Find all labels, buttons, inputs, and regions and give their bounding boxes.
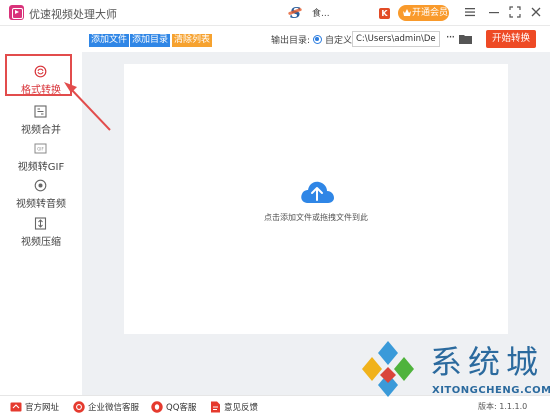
sidebar-item-label: 视频转GIF <box>17 162 65 173</box>
svg-text:GIF: GIF <box>37 147 44 152</box>
footer-label: 意见反馈 <box>224 403 259 413</box>
footer-label: 官方网址 <box>25 403 60 413</box>
user-badge: K <box>379 8 390 19</box>
user-avatar-icon: S <box>290 4 301 22</box>
vip-button[interactable]: 开通会员 <box>398 5 449 21</box>
watermark-subtitle: XITONGCHENG.COM <box>432 385 550 396</box>
crown-icon <box>403 9 411 16</box>
maximize-icon[interactable] <box>507 4 523 20</box>
watermark: 系统城 XITONGCHENG.COM <box>356 339 550 409</box>
close-icon[interactable] <box>528 4 544 20</box>
start-convert-button[interactable]: 开始转换 <box>486 30 536 48</box>
sidebar-item-video-gif[interactable]: GIF 视频转GIF <box>0 138 82 176</box>
app-logo-icon <box>9 5 24 20</box>
sidebar-item-video-compress[interactable]: 视频压缩 <box>0 213 82 251</box>
footer-label: 企业微信客服 <box>88 403 140 413</box>
gif-icon: GIF <box>34 143 47 154</box>
sidebar: 格式转换 视频合并 GIF 视频转GIF 视频转音频 视频压缩 <box>0 55 82 395</box>
home-icon <box>10 402 22 412</box>
sidebar-item-video-merge[interactable]: 视频合并 <box>0 101 82 139</box>
sidebar-item-label: 视频转音频 <box>16 199 66 210</box>
menu-icon[interactable] <box>462 4 478 20</box>
drop-zone[interactable]: 点击添加文件或拖拽文件到此 <box>124 64 508 334</box>
user-name: 食... <box>312 9 330 19</box>
app-title: 优速视频处理大师 <box>29 8 117 21</box>
clear-list-button[interactable]: 清除列表 <box>172 34 212 47</box>
custom-radio-label[interactable]: 自定义 <box>325 33 352 46</box>
sidebar-item-video-audio[interactable]: 视频转音频 <box>0 175 82 213</box>
video-merge-icon <box>34 105 47 118</box>
folder-icon[interactable] <box>459 34 472 44</box>
drop-hint-text: 点击添加文件或拖拽文件到此 <box>264 213 368 222</box>
minimize-icon[interactable] <box>486 4 502 20</box>
feedback-icon <box>211 401 220 413</box>
footer-label: QQ客服 <box>166 403 197 413</box>
output-path-input[interactable] <box>352 31 440 47</box>
custom-radio[interactable] <box>313 35 322 44</box>
audio-icon <box>34 179 47 192</box>
browse-more-button[interactable]: ··· <box>444 31 456 47</box>
output-dir-label: 输出目录: <box>271 36 311 46</box>
highlight-box <box>5 54 72 96</box>
upload-cloud-icon <box>301 181 334 203</box>
compress-icon <box>34 217 47 230</box>
add-folder-button[interactable]: 添加目录 <box>130 34 170 47</box>
watermark-logo-icon <box>362 341 414 397</box>
sidebar-item-label: 视频压缩 <box>21 237 61 248</box>
vip-label: 开通会员 <box>412 8 449 18</box>
watermark-title: 系统城 <box>430 343 545 381</box>
sidebar-item-label: 视频合并 <box>21 125 61 136</box>
qq-icon <box>151 401 163 413</box>
wechat-icon <box>73 401 85 413</box>
add-file-button[interactable]: 添加文件 <box>89 34 129 47</box>
title-bar: 优速视频处理大师 S 食... K 开通会员 <box>0 0 550 26</box>
